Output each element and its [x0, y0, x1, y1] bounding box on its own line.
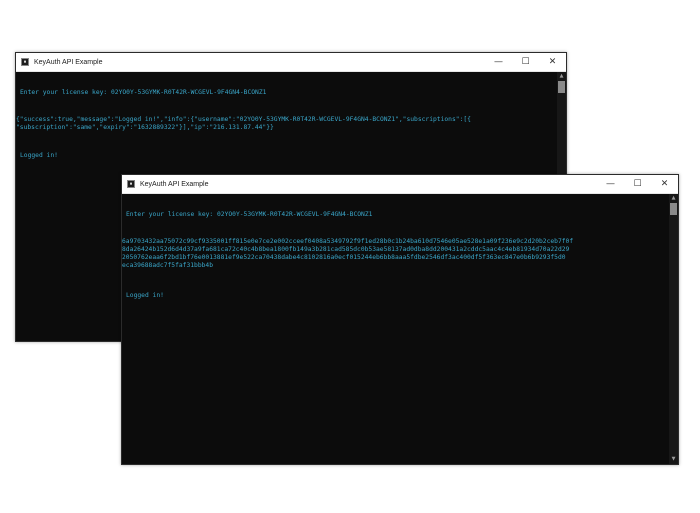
console-line-json: {"success":true,"message":"Logged in!","… [16, 116, 471, 123]
console-line-hex-1: 6a9703432aa75072c99cf9335001ff815e0e7ce2… [122, 238, 574, 245]
console-output[interactable]: Enter your license key: 02YO0Y-53GYMK-R0… [122, 194, 669, 464]
console-line-status: Logged in! [20, 152, 58, 159]
window-title: KeyAuth API Example [34, 58, 103, 66]
console-line-prompt: Enter your license key: 02YO0Y-53GYMK-R0… [126, 211, 373, 218]
desktop: ▪ KeyAuth API Example — ☐ ✕ Enter your l… [0, 0, 700, 513]
scroll-up-arrow-icon[interactable]: ▲ [557, 72, 566, 81]
vertical-scrollbar[interactable]: ▲ ▼ [669, 194, 678, 464]
console-app-icon: ▪ [127, 180, 135, 188]
console-line-prompt: Enter your license key: 02YO0Y-53GYMK-R0… [20, 89, 267, 96]
scrollbar-thumb[interactable] [558, 81, 565, 93]
close-button[interactable]: ✕ [651, 175, 678, 193]
window-title: KeyAuth API Example [140, 180, 209, 188]
console-line-json-cont: "subscription":"same","expiry":"16328893… [16, 124, 274, 131]
console-line-status: Logged in! [126, 292, 164, 299]
window-controls: — ☐ ✕ [485, 53, 566, 71]
scroll-up-arrow-icon[interactable]: ▲ [669, 194, 678, 203]
console-line-hex-4: eca39688adc7f5faf31bbb4b [122, 262, 213, 269]
title-bar[interactable]: ▪ KeyAuth API Example — ☐ ✕ [122, 175, 678, 194]
minimize-button[interactable]: — [597, 175, 624, 193]
console-line-hex-2: 8da26424b152d6d4d37a9fa681ca72c40c4b8bea… [122, 246, 570, 253]
close-button[interactable]: ✕ [539, 53, 566, 71]
window-controls: — ☐ ✕ [597, 175, 678, 193]
maximize-button[interactable]: ☐ [512, 53, 539, 71]
scrollbar-thumb[interactable] [670, 203, 677, 215]
scroll-down-arrow-icon[interactable]: ▼ [669, 455, 678, 464]
maximize-button[interactable]: ☐ [624, 175, 651, 193]
minimize-button[interactable]: — [485, 53, 512, 71]
title-bar[interactable]: ▪ KeyAuth API Example — ☐ ✕ [16, 53, 566, 72]
console-window-front[interactable]: ▪ KeyAuth API Example — ☐ ✕ Enter your l… [121, 174, 679, 465]
console-app-icon: ▪ [21, 58, 29, 66]
console-line-hex-3: 2050762eaa6f2bd1bf76e0013881ef9e522ca704… [122, 254, 566, 261]
